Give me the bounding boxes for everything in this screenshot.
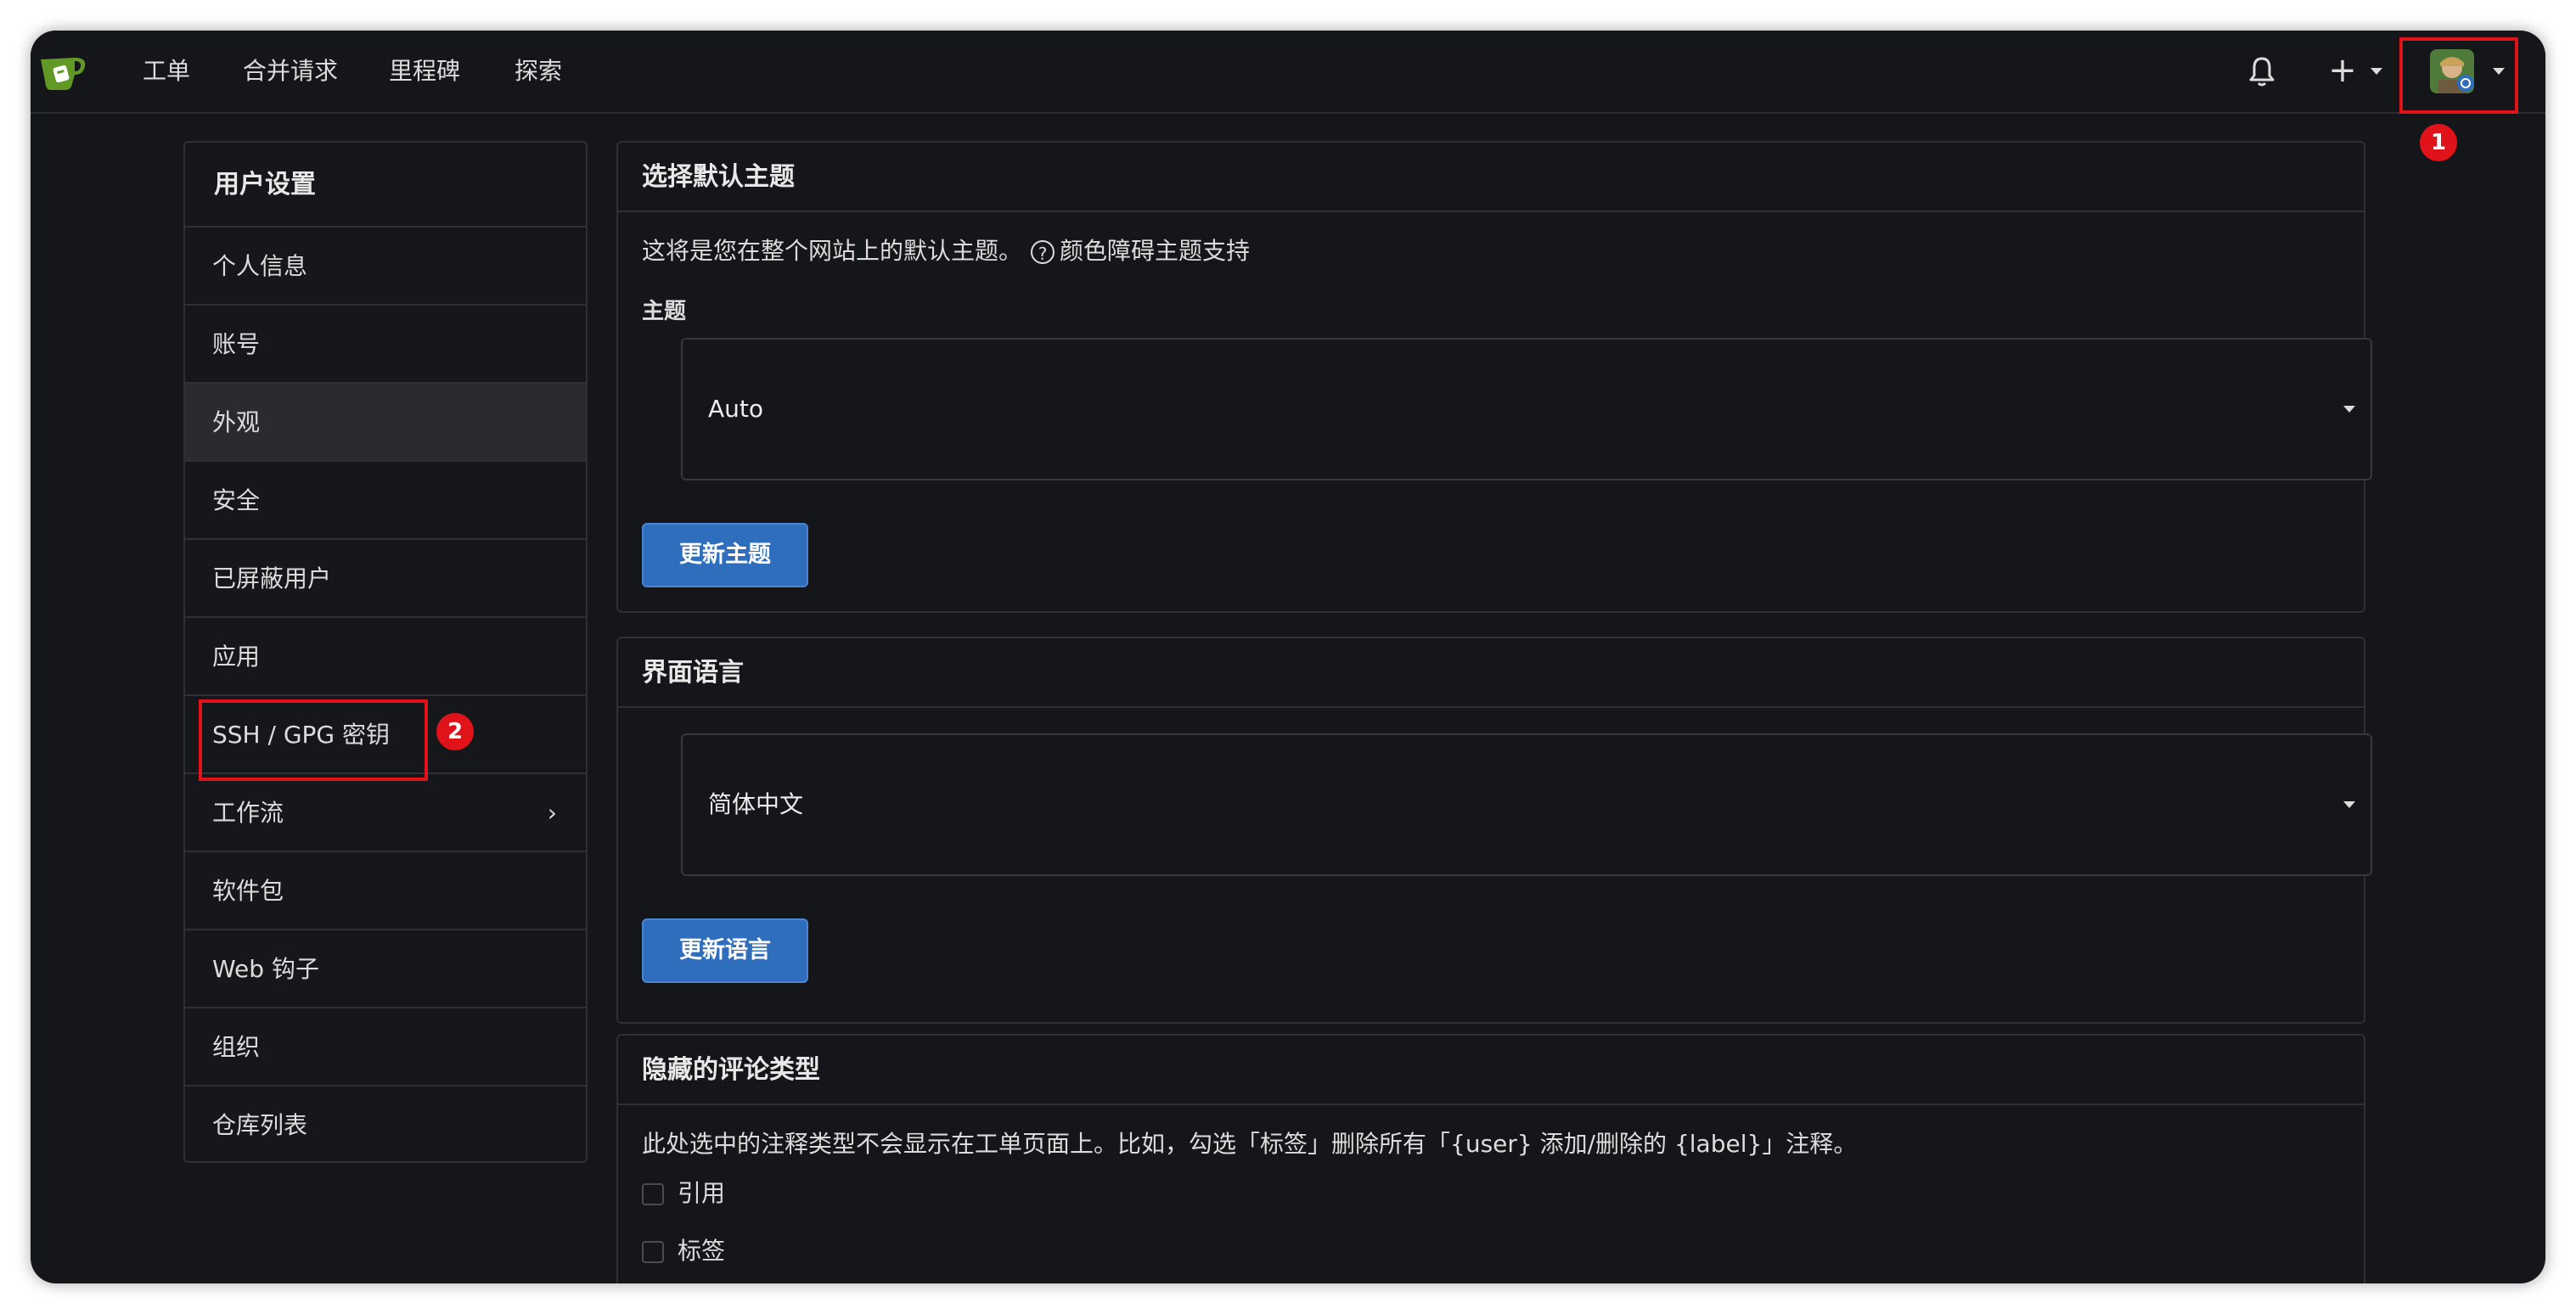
language-panel: 界面语言 简体中文 更新语言: [616, 637, 2372, 1024]
sidebar-item-webhooks[interactable]: Web 钩子: [185, 930, 586, 1008]
hidden-comments-title: 隐藏的评论类型: [618, 1036, 2364, 1105]
color-blind-theme-link[interactable]: 颜色障碍主题支持: [1060, 237, 1250, 265]
annotation-box-2: [199, 699, 428, 781]
sidebar-item-profile[interactable]: 个人信息: [185, 227, 586, 306]
update-language-button[interactable]: 更新语言: [642, 918, 808, 983]
nav-explore[interactable]: 探索: [515, 51, 562, 92]
nav-milestones[interactable]: 里程碑: [389, 51, 460, 92]
notification-bell-icon[interactable]: [2243, 53, 2281, 90]
create-dropdown-caret-icon[interactable]: [2371, 68, 2382, 75]
theme-select-value: Auto: [708, 395, 764, 423]
sidebar-item-repositories[interactable]: 仓库列表: [185, 1087, 586, 1165]
annotation-badge-1: 1: [2420, 124, 2457, 161]
dropdown-caret-icon: [2343, 801, 2355, 808]
theme-description-text: 这将是您在整个网站上的默认主题。: [642, 237, 1023, 265]
theme-select[interactable]: Auto: [681, 338, 2372, 480]
gitea-logo-icon[interactable]: [37, 49, 88, 92]
theme-field-label: 主题: [642, 299, 687, 324]
language-select-value: 简体中文: [708, 790, 804, 818]
sidebar-title: 用户设置: [185, 143, 586, 227]
app-window: 工单 合并请求 里程碑 探索 + 1 用户设置 个人信息 账号 外观 安全 已屏…: [31, 31, 2545, 1283]
sidebar-item-account[interactable]: 账号: [185, 306, 586, 384]
language-select[interactable]: 简体中文: [681, 733, 2372, 876]
language-panel-title: 界面语言: [618, 638, 2364, 708]
checkbox-row-reference[interactable]: 引用: [642, 1176, 725, 1210]
top-navbar: 工单 合并请求 里程碑 探索 +: [31, 31, 2545, 114]
sidebar-item-actions-label: 工作流: [212, 799, 284, 827]
annotation-box-1: [2399, 37, 2518, 114]
theme-panel: 选择默认主题 这将是您在整个网站上的默认主题。? 颜色障碍主题支持 主题 Auto…: [616, 141, 2372, 613]
user-settings-sidebar: 用户设置 个人信息 账号 外观 安全 已屏蔽用户 应用 SSH / GPG 密钥…: [183, 141, 588, 1163]
sidebar-item-organizations[interactable]: 组织: [185, 1008, 586, 1087]
question-circle-icon: ?: [1031, 240, 1055, 264]
update-theme-button[interactable]: 更新主题: [642, 523, 808, 587]
dropdown-caret-icon: [2343, 406, 2355, 413]
sidebar-item-actions[interactable]: 工作流 ›: [185, 774, 586, 852]
nav-issues[interactable]: 工单: [143, 51, 190, 92]
create-new-plus-icon[interactable]: +: [2323, 51, 2362, 90]
sidebar-item-applications[interactable]: 应用: [185, 618, 586, 696]
hidden-comments-description: 此处选中的注释类型不会显示在工单页面上。比如，勾选「标签」删除所有「{user}…: [642, 1130, 1858, 1158]
sidebar-item-appearance[interactable]: 外观: [185, 384, 586, 462]
chevron-right-icon: ›: [547, 799, 557, 827]
label-checkbox-label: 标签: [678, 1237, 726, 1265]
reference-checkbox[interactable]: [642, 1183, 664, 1205]
sidebar-item-packages[interactable]: 软件包: [185, 852, 586, 930]
label-checkbox[interactable]: [642, 1241, 664, 1263]
theme-description: 这将是您在整个网站上的默认主题。? 颜色障碍主题支持: [642, 233, 1250, 267]
reference-checkbox-label: 引用: [678, 1179, 726, 1207]
theme-panel-title: 选择默认主题: [618, 143, 2364, 212]
sidebar-item-security[interactable]: 安全: [185, 462, 586, 540]
sidebar-item-blocked-users[interactable]: 已屏蔽用户: [185, 540, 586, 618]
annotation-badge-2: 2: [436, 713, 474, 750]
hidden-comments-panel: 隐藏的评论类型 此处选中的注释类型不会显示在工单页面上。比如，勾选「标签」删除所…: [616, 1034, 2365, 1283]
nav-pull-requests[interactable]: 合并请求: [243, 51, 338, 92]
checkbox-row-label[interactable]: 标签: [642, 1234, 725, 1268]
